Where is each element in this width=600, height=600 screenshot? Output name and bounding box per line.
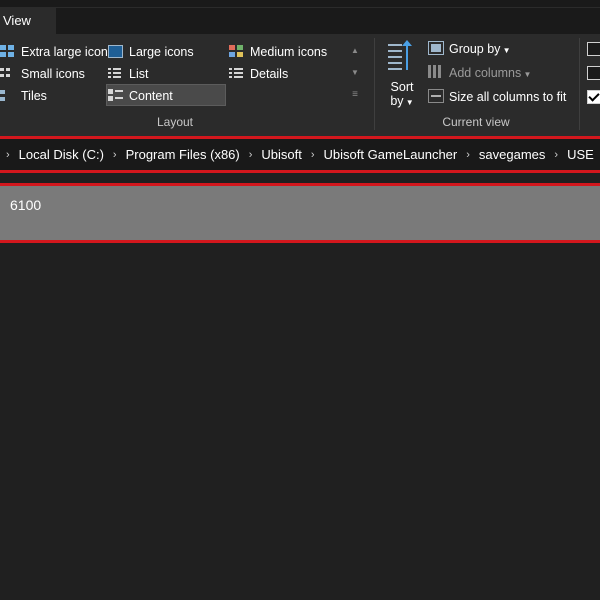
- breadcrumb-item[interactable]: Ubisoft: [261, 147, 301, 162]
- tiles-icon: [0, 89, 15, 102]
- group-by-button[interactable]: Group by ▼: [428, 38, 511, 60]
- chevron-right-icon[interactable]: ›: [249, 149, 253, 161]
- ribbon: Extra large icons Large icons Medium ico…: [0, 34, 600, 136]
- layout-item-label: Medium icons: [250, 45, 328, 59]
- tab-view[interactable]: View: [0, 8, 56, 34]
- separator: [0, 173, 600, 183]
- chevron-right-icon[interactable]: ›: [311, 149, 315, 161]
- sort-by-label: Sort by ▼: [384, 80, 420, 110]
- medium-icons-icon: [229, 45, 244, 58]
- layout-medium-icons[interactable]: Medium icons: [229, 41, 327, 63]
- address-bar[interactable]: › Local Disk (C:) › Program Files (x86) …: [0, 136, 600, 173]
- breadcrumb-item[interactable]: Local Disk (C:): [19, 147, 104, 162]
- group-by-label: Group by: [449, 42, 501, 56]
- small-icons-icon: [0, 67, 15, 80]
- layout-details[interactable]: Details: [229, 63, 288, 85]
- layout-item-label: Tiles: [21, 89, 47, 103]
- size-all-columns-button[interactable]: Size all columns to fit: [428, 86, 566, 108]
- layout-extra-large-icons[interactable]: Extra large icons: [0, 41, 114, 63]
- chevron-right-icon[interactable]: ›: [113, 149, 117, 161]
- sort-arrow-icon: [402, 40, 412, 70]
- sort-label-line2: by: [390, 94, 404, 108]
- breadcrumb-item[interactable]: USE: [567, 147, 594, 162]
- large-icons-icon: [108, 45, 123, 58]
- layout-item-label: List: [129, 67, 149, 81]
- breadcrumb-item[interactable]: savegames: [479, 147, 545, 162]
- layout-item-label: Extra large icons: [21, 45, 115, 59]
- layout-scroll-down-icon[interactable]: ▼: [350, 68, 360, 78]
- chevron-right-icon: ›: [6, 148, 10, 161]
- add-columns-label: Add columns: [449, 66, 522, 80]
- chevron-right-icon[interactable]: ›: [554, 149, 558, 161]
- sort-label-line1: Sort: [390, 80, 414, 94]
- breadcrumb-item[interactable]: Ubisoft GameLauncher: [324, 147, 458, 162]
- layout-expand-icon[interactable]: ≡: [350, 90, 360, 100]
- sort-icon: [388, 42, 416, 72]
- chevron-right-icon[interactable]: ›: [466, 149, 470, 161]
- file-list-empty-area[interactable]: [0, 243, 600, 600]
- layout-large-icons[interactable]: Large icons: [108, 41, 194, 63]
- breadcrumb: › Local Disk (C:) › Program Files (x86) …: [6, 139, 600, 170]
- layout-item-label: Small icons: [21, 67, 85, 81]
- window-title-bar: [0, 0, 600, 8]
- size-all-columns-label: Size all columns to fit: [449, 90, 567, 104]
- list-icon: [108, 67, 123, 80]
- chevron-down-icon: ▼: [521, 70, 532, 79]
- layout-small-icons[interactable]: Small icons: [0, 63, 85, 85]
- show-hide-checkbox-2[interactable]: [587, 66, 600, 80]
- breadcrumb-item[interactable]: Program Files (x86): [126, 147, 240, 162]
- chevron-down-icon: ▼: [403, 98, 414, 107]
- list-item[interactable]: 6100: [0, 183, 600, 243]
- file-name: 6100: [10, 197, 42, 213]
- layout-item-label: Details: [250, 67, 289, 81]
- add-columns-button[interactable]: Add columns ▼: [428, 62, 531, 84]
- size-columns-icon: [428, 89, 444, 103]
- ribbon-tab-strip: View: [0, 8, 600, 34]
- layout-content[interactable]: Content: [106, 84, 226, 106]
- layout-group-label: Layout: [156, 115, 194, 129]
- layout-tiles[interactable]: Tiles: [0, 85, 47, 107]
- layout-item-label: Content: [129, 89, 173, 103]
- layout-list[interactable]: List: [108, 63, 148, 85]
- details-icon: [229, 67, 244, 80]
- content-icon: [108, 89, 123, 102]
- group-divider: [374, 38, 375, 130]
- show-hide-checkbox-1[interactable]: [587, 42, 600, 56]
- group-divider: [579, 38, 580, 130]
- sort-by-button[interactable]: Sort by ▼: [384, 40, 420, 112]
- extra-large-icons-icon: [0, 45, 15, 58]
- show-hide-checkbox-3[interactable]: [587, 90, 600, 104]
- chevron-down-icon: ▼: [500, 46, 511, 55]
- add-columns-icon: [428, 65, 444, 79]
- layout-item-label: Large icons: [129, 45, 194, 59]
- group-by-icon: [428, 41, 444, 55]
- layout-scroll-up-icon[interactable]: ▲: [350, 46, 360, 56]
- current-view-group-label: Current view: [442, 115, 510, 129]
